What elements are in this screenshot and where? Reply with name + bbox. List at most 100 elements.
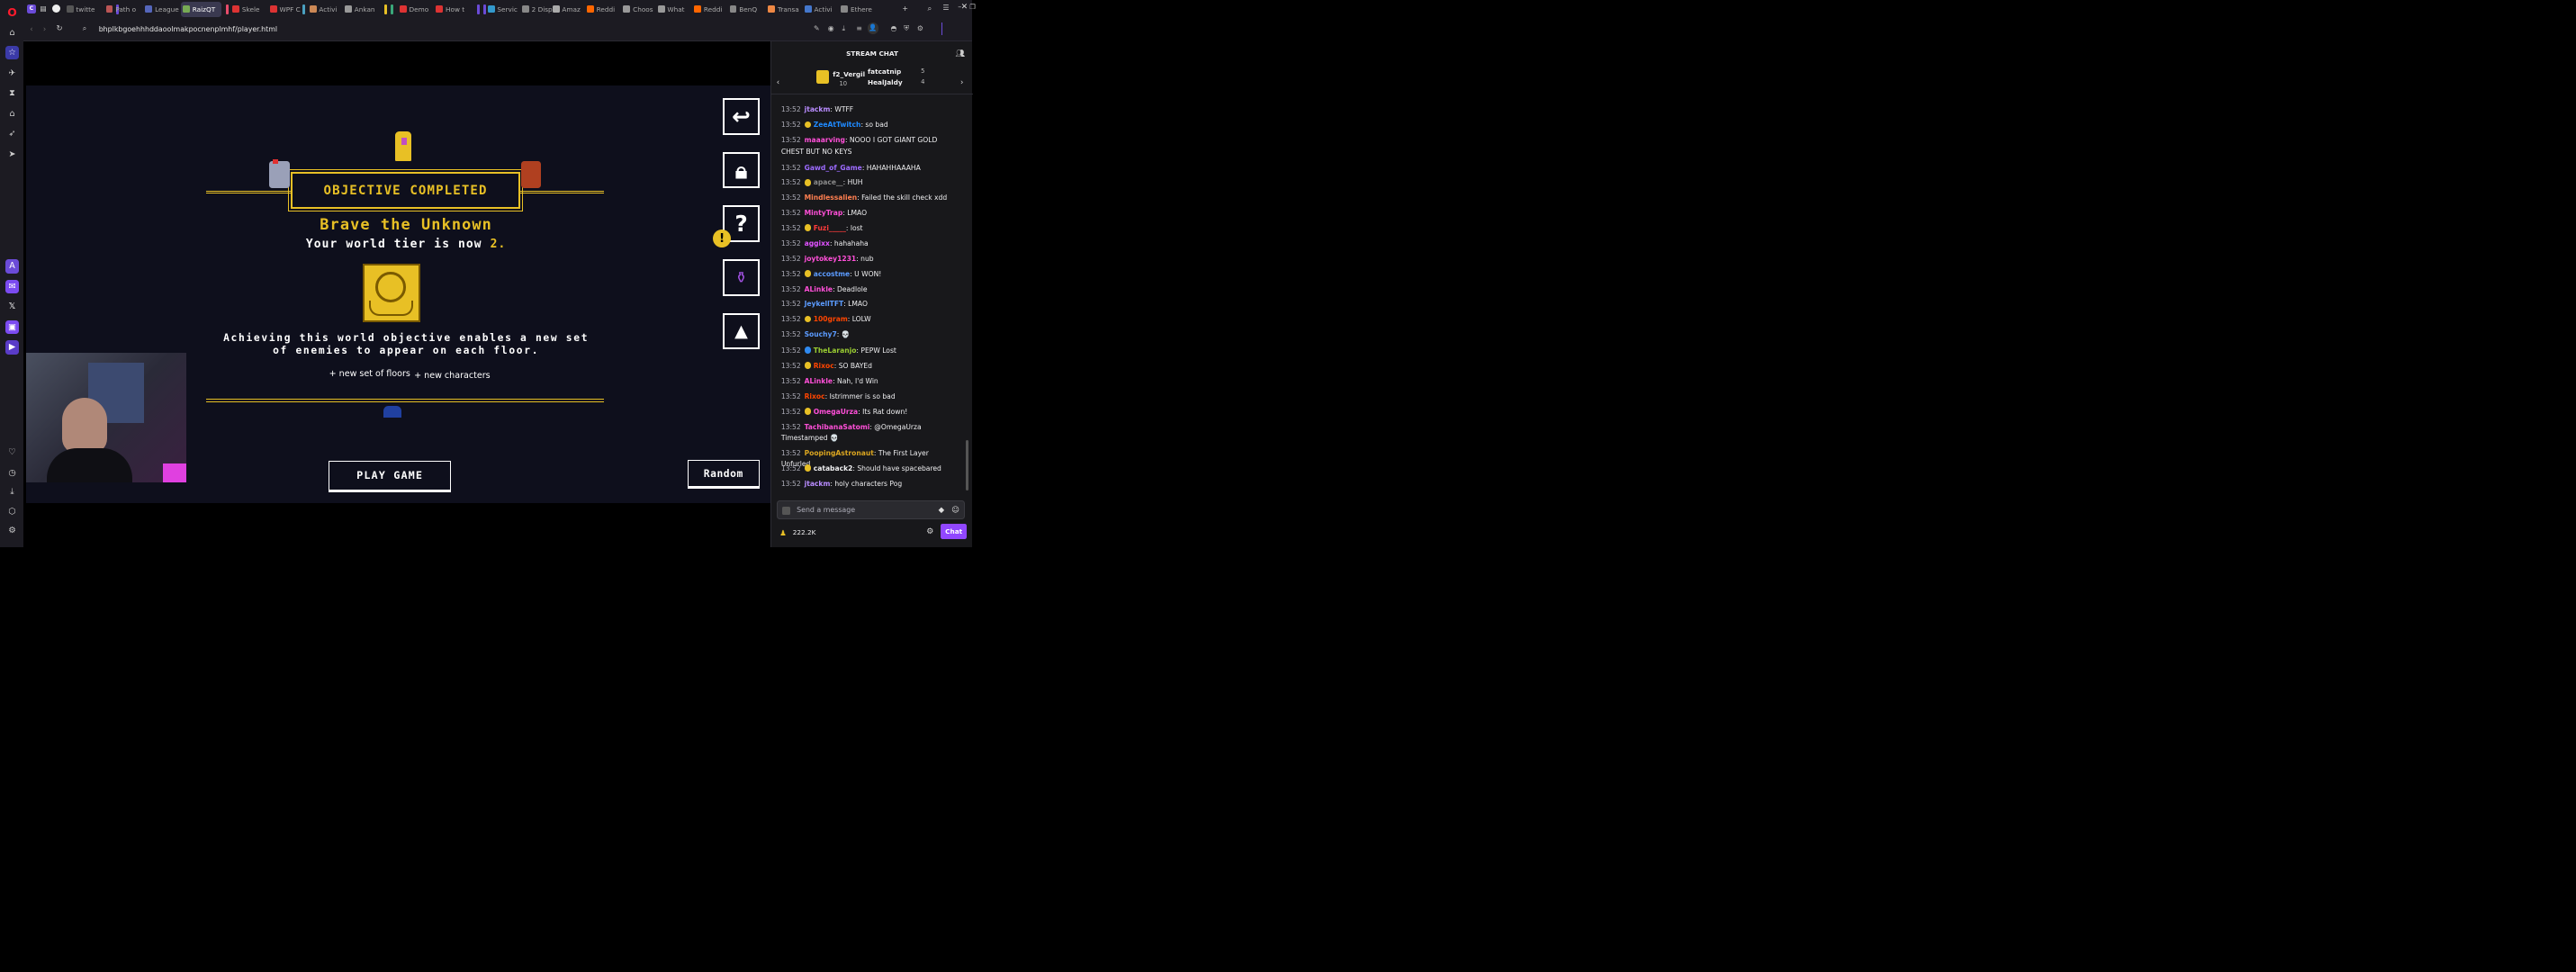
chat-username[interactable]: ZeeAtTwitch [814,121,861,129]
chat-message[interactable]: 13:52 JeykellTFT: LMAO [781,299,959,310]
gifter-1-name[interactable]: f2_Vergil [833,70,865,78]
back-icon[interactable]: ‹ [30,24,32,33]
chat-username[interactable]: catаback2 [814,464,853,472]
browser-tab[interactable]: Reddi [692,2,733,17]
gifter-3-name[interactable]: HealJaldy [868,78,903,86]
bits-icon[interactable]: ◆ [939,505,944,514]
ext-puzzle-icon[interactable]: ⚙ [917,24,923,32]
send-icon[interactable]: ➤ [5,147,20,161]
browser-tab[interactable]: How t [434,2,474,17]
profile-icon[interactable]: 👤 [867,22,878,34]
chat-username[interactable]: Rixoc [805,392,825,400]
gifters-prev-icon[interactable]: ‹ [777,77,779,86]
opera-logo-icon[interactable]: O [5,5,20,20]
tab-group-marker[interactable] [390,4,393,14]
chat-message[interactable]: 13:52 catаback2: Should have spacebared [781,464,959,474]
chat-message[interactable]: 13:52 OmegaUrza: Its Rat down! [781,407,959,418]
play-game-button[interactable]: PLAY GAME [329,460,452,492]
reload-icon[interactable]: ↻ [56,23,62,32]
campfire-button[interactable]: ▲ [723,312,760,350]
chat-username[interactable]: joytokey1231 [805,255,857,263]
browser-tab[interactable]: Activi [307,2,347,17]
chat-username[interactable]: apace__ [814,178,843,186]
chat-username[interactable]: MintyTrap [805,209,843,217]
users-icon[interactable]: 👥︎ [955,49,965,58]
chat-message[interactable]: 13:52 joytokey1231: nub [781,254,959,265]
chat-message[interactable]: 13:52 TachibanaSatomi: @OmegaUrza Timesta… [781,422,959,445]
emote-icon[interactable]: ☺ [951,505,959,514]
chat-username[interactable]: jtackm [805,480,831,488]
hourglass-icon[interactable]: ⧗ [5,86,20,101]
chat-scrollbar[interactable] [966,439,968,491]
chat-message[interactable]: 13:52 jtackm: WTFF [781,104,959,115]
browser-tab[interactable]: Demo [398,2,438,17]
ext-shield-icon[interactable]: ⛨ [904,24,909,33]
chat-message[interactable]: 13:52 maaarving: NOOO I GOT GIANT GOLD CH… [781,135,959,158]
tab-group-marker[interactable] [383,4,387,14]
chat-username[interactable]: Rixoc [814,362,834,370]
chat-message[interactable]: 13:52 ALinkle: Deadlole [781,284,959,295]
chat-message[interactable]: 13:52 Rixoc: Istrimmer is so bad [781,392,959,402]
chat-message[interactable]: 13:52 Rixoc: SO BAYEd [781,361,959,372]
browser-tab[interactable]: Ethere [839,2,879,17]
maximize-icon[interactable]: ❐ [969,3,976,11]
gifter-2-name[interactable]: fatcatnip [868,68,901,76]
chat-message[interactable]: 13:52 TheLaranjo: PEPW Lost [781,346,959,356]
flow-icon[interactable]: ✈ [5,66,20,80]
chat-message[interactable]: 13:52 Fuzi_____: lost [781,223,959,234]
chat-message[interactable]: 13:52 aggixx: hahahaha [781,238,959,249]
back-arrow-button[interactable]: ↩ [723,98,760,135]
chat-username[interactable]: maaarving [805,136,845,144]
url-field[interactable]: bhplkbgoehhhddaoolmakpocnenplmhf/player.… [99,25,277,33]
chat-username[interactable]: TheLaranjo [814,346,857,355]
browser-tab[interactable]: Reddi [585,2,626,17]
chat-message[interactable]: 13:52 accostme: U WON! [781,269,959,280]
browser-tab[interactable]: Transa [766,2,806,17]
chat-username[interactable]: Mindlessalien [805,194,858,202]
easy-setup-icon[interactable]: ≡ [856,24,862,32]
browser-tab[interactable]: RaizQT [180,1,221,17]
edit-icon[interactable]: ✎ [814,24,820,32]
chat-badge-icon[interactable] [782,506,791,515]
tab-group-marker[interactable] [226,4,230,14]
messenger-icon[interactable]: ✉ [5,279,20,294]
chat-message[interactable]: 13:52 Souchy7: 💀 [781,329,959,340]
browser-tab[interactable]: Activi [803,2,843,17]
random-button[interactable]: Random [687,459,760,490]
chat-send-button[interactable]: Chat [941,524,968,540]
chat-username[interactable]: ALinkle [805,285,833,293]
google-icon[interactable] [51,4,60,13]
chat-input[interactable]: Send a message ◆ ☺ [776,500,965,519]
chat-message[interactable]: 13:52 jtackm: holy characters Pog [781,479,959,490]
chat-username[interactable]: PoopingAstronaut [805,449,874,457]
workspace-icon[interactable]: C [26,4,36,14]
gifters-next-icon[interactable]: › [960,77,963,86]
chat-message[interactable]: 13:52 ALinkle: Nah, I'd Win [781,376,959,387]
downloads-icon[interactable]: ⤓ [5,485,20,500]
chat-message[interactable]: 13:52 Gawd_of_Game: HAHAHHAAAHA [781,163,959,174]
close-window-icon[interactable]: ✕ [961,3,968,12]
chat-message[interactable]: 13:52 100gram: LOLW [781,314,959,325]
camera-icon[interactable]: ◉ [828,24,834,32]
file-icon[interactable]: ▤ [40,4,46,13]
chat-username[interactable]: Souchy7 [805,330,837,338]
chat-message[interactable]: 13:52 MintyTrap: LMAO [781,208,959,219]
aria-icon[interactable]: A [5,259,20,274]
heart-icon[interactable]: ♡ [5,446,20,460]
ext-ghost-icon[interactable]: ◓ [890,24,896,32]
rocket-icon[interactable]: ➶ [5,127,20,141]
extensions-icon[interactable]: ⬡ [5,504,20,518]
pin-icon[interactable]: ⌂ [5,106,20,121]
chat-username[interactable]: ALinkle [805,377,833,385]
chat-username[interactable]: aggixx [805,239,830,248]
chat-settings-icon[interactable]: ⚙ [926,527,933,536]
chat-username[interactable]: JeykellTFT [805,300,844,308]
browser-tab[interactable]: WPF C [268,2,309,17]
chat-username[interactable]: TachibanaSatomi [805,423,870,431]
player-icon[interactable]: ▶ [5,340,20,355]
channel-points-icon[interactable]: ♟ [779,528,787,537]
chat-username[interactable]: Fuzi_____ [814,224,846,232]
browser-tab[interactable]: BenQ [727,2,768,17]
chat-username[interactable]: jtackm [805,105,831,113]
chat-message[interactable]: 13:52 apace__: HUH [781,177,959,188]
